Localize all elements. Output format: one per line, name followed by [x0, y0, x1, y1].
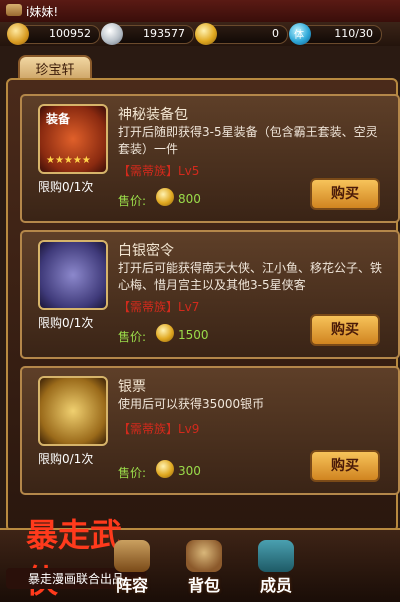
gold-coin-icon [7, 23, 29, 45]
purchase-limit: 限购0/1次 [38, 180, 94, 194]
item-title: 神秘装备包 [118, 107, 188, 123]
silver-resource: 193577 [101, 23, 194, 45]
vip-requirement: 【需蒂族】Lv9 [118, 422, 200, 436]
backpack-icon [186, 540, 222, 572]
nav-label: 阵容 [115, 576, 148, 595]
vip-requirement: 【需蒂族】Lv5 [118, 164, 200, 178]
gold-resource: 100952 [7, 23, 100, 45]
price-label: 售价: [118, 466, 147, 480]
item-title: 白银密令 [118, 243, 174, 259]
silver-order-icon [38, 240, 108, 310]
star-rating: ★★★★★ [46, 155, 91, 166]
top-ticker: i妹妹! [0, 0, 400, 24]
silver-value: 193577 [143, 27, 185, 40]
equipment-bag-icon: 装备 ★★★★★ [38, 104, 108, 174]
shop-item-3: 限购0/1次 银票 使用后可以获得35000银币 【需蒂族】Lv9 售价: 30… [20, 366, 400, 495]
buy-button[interactable]: 购买 [310, 450, 380, 482]
purchase-limit: 限购0/1次 [38, 316, 94, 330]
nav-label: 背包 [187, 576, 220, 595]
price-value: 1500 [178, 328, 209, 342]
price-label: 售价: [118, 330, 147, 344]
coin-icon [156, 188, 174, 206]
vip-requirement: 【需蒂族】Lv7 [118, 300, 200, 314]
yuanbao-resource: 0 [195, 23, 288, 45]
item-description: 使用后可以获得35000银币 [118, 397, 265, 411]
shop-item-2: 限购0/1次 白银密令 打开后可能获得南天大侠、江小鱼、移花公子、铁心梅、惜月宫… [20, 230, 400, 359]
coin-icon [156, 460, 174, 478]
nav-label: 成员 [259, 576, 292, 595]
coin-icon [156, 324, 174, 342]
item-description: 打开后可能获得南天大侠、江小鱼、移花公子、铁心梅、惜月宫主以及其他3-5星侠客 [118, 261, 383, 292]
nav-lineup[interactable]: 阵容 [96, 540, 168, 596]
gold-value: 100952 [49, 27, 91, 40]
ticker-message: i妹妹! [26, 5, 59, 19]
nav-backpack[interactable]: 背包 [168, 540, 240, 596]
stamina-icon [289, 23, 311, 45]
resource-bar: 100952 193577 0 110/30 [0, 22, 400, 46]
stamina-resource: 110/30 [289, 23, 382, 45]
item-title: 银票 [118, 379, 146, 395]
buy-button[interactable]: 购买 [310, 314, 380, 346]
yuanbao-value: 0 [272, 27, 279, 40]
buy-button[interactable]: 购买 [310, 178, 380, 210]
shop-item-1: 装备 ★★★★★ 限购0/1次 神秘装备包 打开后随即获得3-5星装备（包含霸王… [20, 94, 400, 223]
shop-panel: 装备 ★★★★★ 限购0/1次 神秘装备包 打开后随即获得3-5星装备（包含霸王… [6, 78, 400, 532]
item-description: 打开后随即获得3-5星装备（包含霸王套装、空灵套装）一件 [118, 125, 378, 156]
silver-note-icon [38, 376, 108, 446]
price-value: 300 [178, 464, 201, 478]
yuanbao-icon [195, 23, 217, 45]
members-icon [258, 540, 294, 572]
silver-coin-icon [101, 23, 123, 45]
nav-members[interactable]: 成员 [240, 540, 312, 596]
price-label: 售价: [118, 194, 147, 208]
scroll-icon [6, 4, 22, 16]
lineup-icon [114, 540, 150, 572]
price-value: 800 [178, 192, 201, 206]
icon-text: 装备 [46, 112, 71, 126]
stamina-value: 110/30 [334, 27, 373, 40]
purchase-limit: 限购0/1次 [38, 452, 94, 466]
